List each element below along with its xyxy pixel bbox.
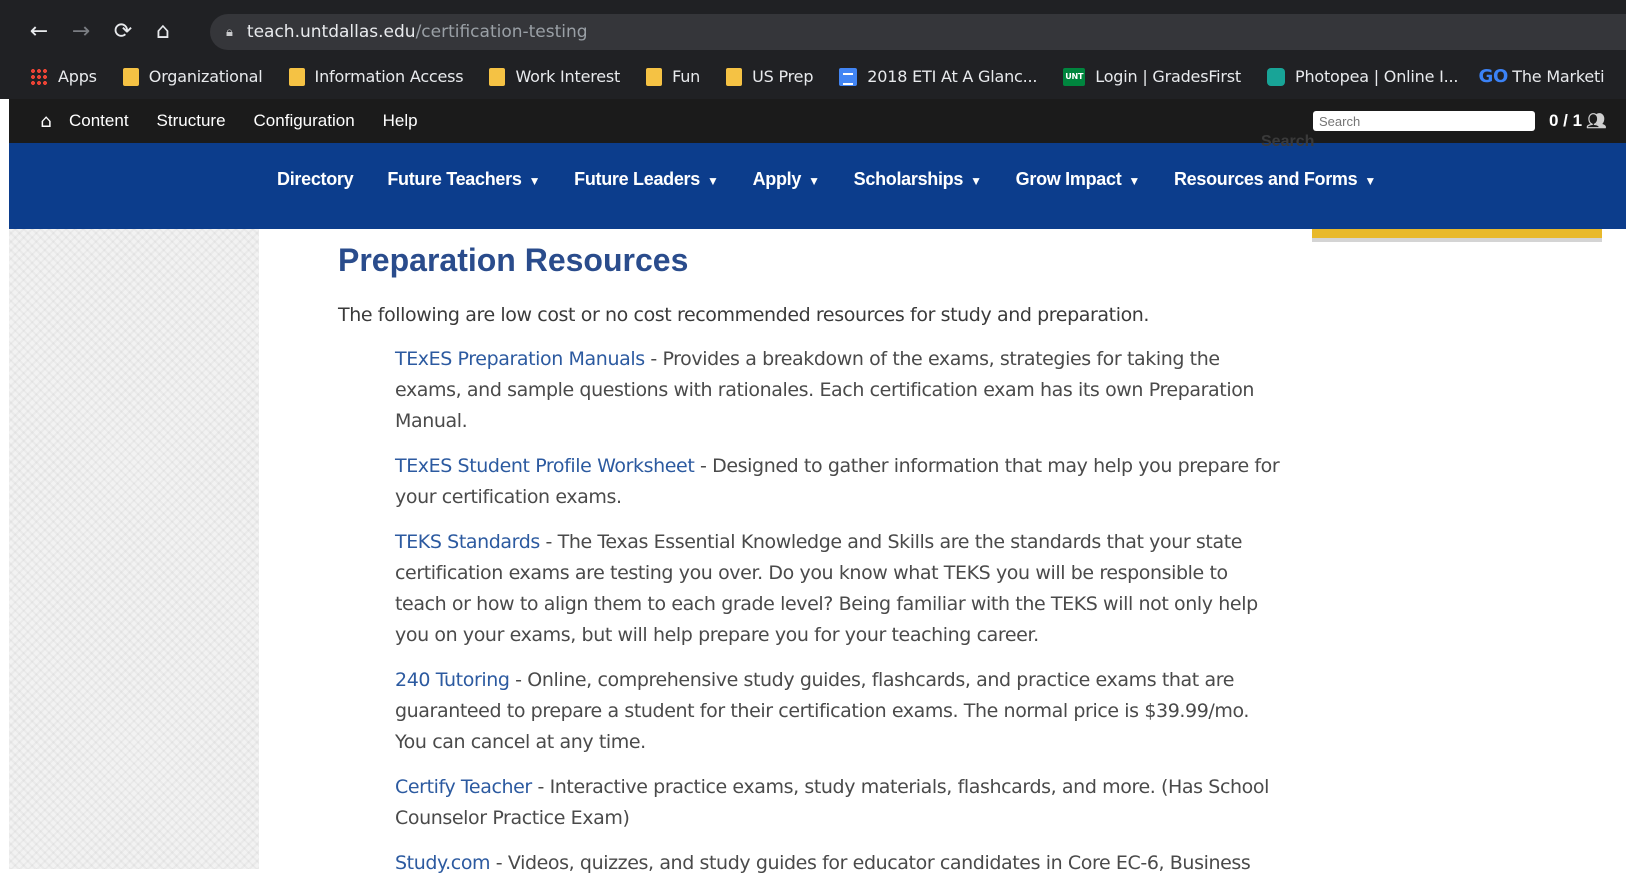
search-ghost-label: Search xyxy=(1261,133,1315,150)
nav-apply[interactable]: Apply ▼ xyxy=(753,169,820,190)
nav-directory[interactable]: Directory xyxy=(277,169,354,190)
resource-link-teks[interactable]: TEKS Standards xyxy=(395,531,540,553)
resource-item: 240 Tutoring - Online, comprehensive stu… xyxy=(395,669,1250,753)
address-bar[interactable]: 🔒︎ teach.untdallas.edu/certification-tes… xyxy=(210,14,1626,50)
resource-item: Study.com - Videos, quizzes, and study g… xyxy=(395,852,1251,874)
admin-toolbar: ⌂ Content Structure Configuration Help 0… xyxy=(9,99,1626,143)
caret-down-icon: ▼ xyxy=(1364,174,1376,188)
caret-down-icon: ▼ xyxy=(706,174,719,188)
bookmark-information-access[interactable]: Information Access xyxy=(288,67,464,86)
admin-link-configuration[interactable]: Configuration xyxy=(254,111,355,131)
bookmark-marketing[interactable]: GO The Marketi xyxy=(1478,66,1604,87)
home-icon[interactable]: ⌂ xyxy=(146,15,180,49)
photopea-icon xyxy=(1267,67,1285,86)
apps-grid-icon xyxy=(30,67,48,86)
bookmark-us-prep[interactable]: US Prep xyxy=(726,67,813,86)
admin-search-input[interactable] xyxy=(1313,111,1535,131)
site-navigation: Search Directory Future Teachers ▼ Future… xyxy=(9,133,1626,229)
main-content: Preparation Resources The following are … xyxy=(338,238,1288,893)
main-menu: Directory Future Teachers ▼ Future Leader… xyxy=(277,169,1410,190)
caret-down-icon: ▼ xyxy=(808,174,820,188)
resource-item: Certify Teacher - Interactive practice e… xyxy=(395,776,1269,829)
page-title: Preparation Resources xyxy=(338,242,689,278)
nav-grow-impact[interactable]: Grow Impact ▼ xyxy=(1016,169,1141,190)
admin-link-help[interactable]: Help xyxy=(383,111,418,131)
resource-link-certify-teacher[interactable]: Certify Teacher xyxy=(395,776,532,798)
nav-resources-and-forms[interactable]: Resources and Forms ▼ xyxy=(1174,169,1376,190)
resource-link-student-profile[interactable]: TExES Student Profile Worksheet xyxy=(395,455,695,477)
accent-bar-shadow xyxy=(1312,238,1602,242)
resource-item: TEKS Standards - The Texas Essential Kno… xyxy=(395,531,1258,646)
forward-arrow-icon[interactable]: → xyxy=(64,15,98,49)
bookmarks-bar: Apps Organizational Information Access W… xyxy=(0,54,1626,99)
folder-icon xyxy=(726,67,743,86)
doc-icon xyxy=(839,67,858,86)
unt-icon: UNT xyxy=(1063,67,1086,86)
resource-link-texes-manuals[interactable]: TExES Preparation Manuals xyxy=(395,348,645,370)
intro-text: The following are low cost or no cost re… xyxy=(338,304,1150,326)
bookmark-eti[interactable]: 2018 ETI At A Glanc... xyxy=(839,67,1037,86)
folder-icon xyxy=(489,67,506,86)
resource-item: TExES Preparation Manuals - Provides a b… xyxy=(395,348,1255,432)
resource-item: TExES Student Profile Worksheet - Design… xyxy=(395,455,1280,508)
bookmark-gradesfirst[interactable]: UNT Login | GradesFirst xyxy=(1063,67,1241,86)
go-icon: GO xyxy=(1478,66,1509,87)
bookmark-photopea[interactable]: Photopea | Online I... xyxy=(1267,67,1458,86)
url-path: /certification-testing xyxy=(415,22,588,42)
bookmark-organizational[interactable]: Organizational xyxy=(122,67,263,86)
nav-scholarships[interactable]: Scholarships ▼ xyxy=(854,169,982,190)
resource-link-240-tutoring[interactable]: 240 Tutoring xyxy=(395,669,510,691)
people-icon: 👥︎ xyxy=(1586,113,1607,130)
folder-icon xyxy=(646,67,663,86)
resource-list: TExES Preparation Manuals - Provides a b… xyxy=(338,344,1288,879)
admin-link-structure[interactable]: Structure xyxy=(157,111,226,131)
left-sidebar-pattern xyxy=(9,229,259,869)
folder-icon xyxy=(288,67,305,86)
home-icon[interactable]: ⌂ xyxy=(31,106,61,136)
url-host: teach.untdallas.edu xyxy=(246,22,416,42)
bookmark-apps[interactable]: Apps xyxy=(30,67,97,86)
user-count[interactable]: 0 / 1 👥︎ xyxy=(1549,111,1606,131)
reload-icon[interactable]: ⟳ xyxy=(106,15,140,49)
bookmark-work-interest[interactable]: Work Interest xyxy=(489,67,620,86)
back-arrow-icon[interactable]: ← xyxy=(22,15,56,49)
lock-icon[interactable]: 🔒︎ xyxy=(226,25,233,40)
folder-icon xyxy=(122,67,139,86)
browser-frame-top xyxy=(0,0,1626,9)
caret-down-icon: ▼ xyxy=(970,174,982,188)
admin-link-content[interactable]: Content xyxy=(69,111,129,131)
caret-down-icon: ▼ xyxy=(1128,174,1140,188)
bookmark-fun[interactable]: Fun xyxy=(646,67,700,86)
browser-address-row: ← → ⟳ ⌂ 🔒︎ teach.untdallas.edu/certifica… xyxy=(0,9,1626,54)
caret-down-icon: ▼ xyxy=(528,174,541,188)
nav-future-leaders[interactable]: Future Leaders ▼ xyxy=(574,169,719,190)
nav-future-teachers[interactable]: Future Teachers ▼ xyxy=(387,169,540,190)
resource-link-study-com[interactable]: Study.com xyxy=(395,852,491,874)
